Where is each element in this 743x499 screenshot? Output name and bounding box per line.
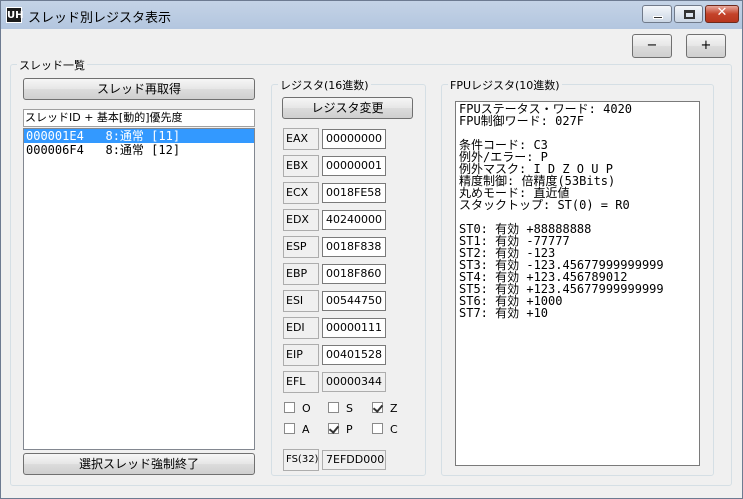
fpu-text-line: ST7: 有効 +10 [459,306,549,320]
flag-checkbox-z[interactable]: Z [372,402,418,418]
plus-button[interactable]: + [686,34,726,58]
thread-group-label: スレッド一覧 [17,57,87,73]
thread-list-item[interactable]: 000006F4 8:通常 [12] [24,143,254,157]
flag-checkbox-c[interactable]: C [372,423,418,439]
flag-label: P [346,423,353,436]
window-title: スレッド別レジスタ表示 [28,11,172,26]
register-label-ebx: EBX [283,155,319,177]
register-label-eax: EAX [283,128,319,150]
checkbox-box[interactable] [284,423,295,434]
minimize-button[interactable] [642,5,672,23]
maximize-button[interactable] [674,5,703,23]
register-label-edi: EDI [283,317,319,339]
register-group-label: レジスタ(16進数) [278,77,371,93]
register-label-edx: EDX [283,209,319,231]
flag-label: A [302,423,310,436]
terminate-thread-button[interactable]: 選択スレッド強制終了 [23,453,255,475]
thread-list-item[interactable]: 000001E4 8:通常 [11] [24,129,254,143]
maximize-icon [684,10,695,19]
register-value-edi[interactable]: 00000111 [322,318,386,338]
register-value-edx[interactable]: 40240000 [322,210,386,230]
app-icon: UH [6,7,24,23]
minus-button[interactable]: − [632,34,672,58]
thread-list-header: スレッドID + 基本[動的]優先度 [23,109,255,127]
fpu-register-text[interactable]: FPUステータス・ワード: 4020 FPU制御ワード: 027F 条件コード: C… [455,101,700,466]
flag-checkbox-o[interactable]: O [284,402,330,418]
register-value-ebx[interactable]: 00000001 [322,156,386,176]
title-bar[interactable]: UH スレッド別レジスタ表示 ✕ [1,1,742,29]
close-button[interactable]: ✕ [705,5,739,23]
fpu-group-label: FPUレジスタ(10進数) [448,77,562,93]
checkbox-box[interactable] [372,423,383,434]
register-value-efl: 00000344 [322,372,386,392]
register-value-eip[interactable]: 00401528 [322,345,386,365]
flag-checkbox-p[interactable]: P [328,423,374,439]
flag-label: C [390,423,398,436]
register-value-ebp[interactable]: 0018F860 [322,264,386,284]
fpu-text-line: スタックトップ: ST(0) = R0 [459,198,630,212]
register-label-efl: EFL [283,371,319,393]
fs-register-label: FS(32) [283,449,319,471]
flag-checkbox-s[interactable]: S [328,402,374,418]
minimize-icon [653,16,663,19]
flag-label: S [346,402,353,415]
register-label-ebp: EBP [283,263,319,285]
checkbox-box[interactable] [284,402,295,413]
register-label-esi: ESI [283,290,319,312]
checkbox-box[interactable] [372,402,383,413]
flag-label: O [302,402,311,415]
register-value-eax[interactable]: 00000000 [322,129,386,149]
flag-label: Z [390,402,398,415]
flag-checkbox-a[interactable]: A [284,423,330,439]
register-value-esi[interactable]: 00544750 [322,291,386,311]
register-label-eip: EIP [283,344,319,366]
refresh-threads-button[interactable]: スレッド再取得 [23,78,255,100]
register-value-esp[interactable]: 0018F838 [322,237,386,257]
thread-list[interactable]: 000001E4 8:通常 [11] 000006F4 8:通常 [12] [23,128,255,450]
register-label-esp: ESP [283,236,319,258]
close-icon: ✕ [716,5,728,20]
change-registers-button[interactable]: レジスタ変更 [282,97,413,119]
register-value-ecx[interactable]: 0018FE58 [322,183,386,203]
register-label-ecx: ECX [283,182,319,204]
checkbox-box[interactable] [328,423,339,434]
checkbox-box[interactable] [328,402,339,413]
fs-register-value: 7EFDD000 [322,450,386,470]
fpu-text-line: FPU制御ワード: 027F [459,114,585,128]
